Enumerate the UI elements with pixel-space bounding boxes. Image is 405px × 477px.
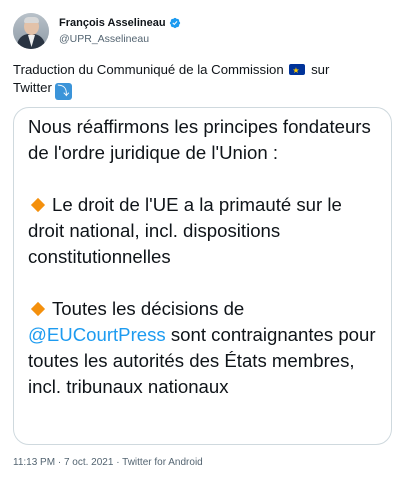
orange-diamond-icon	[30, 197, 46, 212]
tweet: François Asselineau @UPR_Asselineau Trad…	[0, 0, 405, 477]
tweet-text: Traduction du Communiqué de la Commissio…	[13, 61, 393, 100]
card-paragraph-3: Toutes les décisions de @EUCourtPress so…	[28, 296, 378, 400]
intro-text-suffix: sur	[311, 62, 330, 77]
card-paragraph-2-text: Le droit de l'UE a la primauté sur le dr…	[28, 194, 342, 267]
intro-text-line1: Traduction du Communiqué de la Commissio…	[13, 62, 284, 77]
avatar[interactable]	[13, 13, 49, 49]
quoted-image-card[interactable]: Nous réaffirmons les principes fondateur…	[13, 107, 392, 445]
author-handle[interactable]: @UPR_Asselineau	[59, 33, 181, 45]
right-arrow-curving-down-icon: ⤵	[54, 83, 72, 100]
card-paragraph-3-prefix: Toutes les décisions de	[52, 298, 245, 319]
intro-text-line2: Twitter	[13, 80, 52, 95]
eu-flag-icon	[289, 62, 306, 80]
tweet-header: François Asselineau @UPR_Asselineau	[13, 13, 393, 49]
verified-badge-icon	[169, 17, 180, 28]
mention-link[interactable]: @EUCourtPress	[28, 324, 166, 345]
author-name[interactable]: François Asselineau	[59, 17, 166, 29]
author-block: François Asselineau @UPR_Asselineau	[59, 15, 181, 45]
tweet-metadata[interactable]: 11:13 PM · 7 oct. 2021 · Twitter for And…	[13, 457, 203, 468]
card-paragraph-1: Nous réaffirmons les principes fondateur…	[28, 116, 371, 163]
orange-diamond-icon	[30, 301, 46, 316]
card-paragraph-2: Le droit de l'UE a la primauté sur le dr…	[28, 192, 378, 270]
